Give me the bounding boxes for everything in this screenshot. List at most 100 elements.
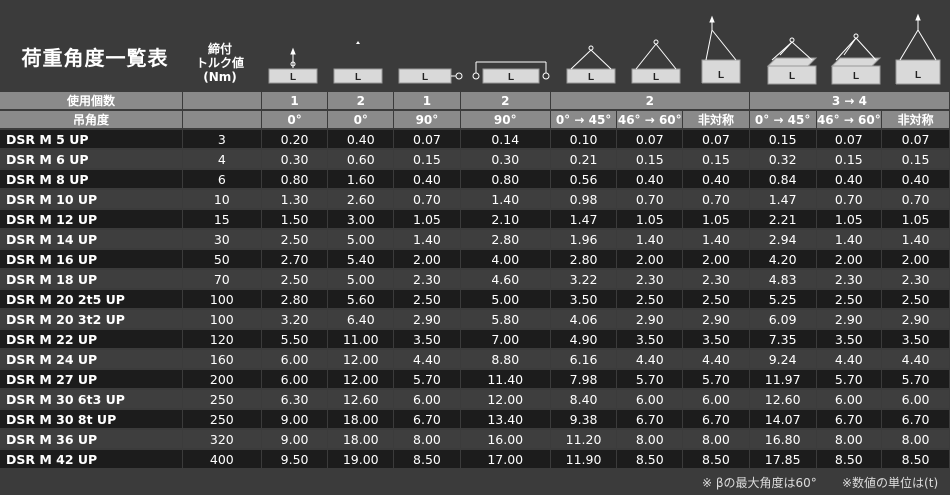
product-name: DSR M 6 UP xyxy=(0,150,183,170)
torque-value: 50 xyxy=(182,250,262,270)
load-value: 5.25 xyxy=(749,290,817,310)
load-value: 0.15 xyxy=(394,150,461,170)
product-name: DSR M 16 UP xyxy=(0,250,183,270)
icon-label: L xyxy=(915,70,921,81)
load-value: 1.30 xyxy=(261,190,329,210)
load-value: 5.70 xyxy=(882,370,950,390)
load-value: 2.00 xyxy=(816,250,883,270)
load-value: 7.98 xyxy=(550,370,618,390)
load-value: 6.70 xyxy=(683,410,750,430)
load-value: 6.00 xyxy=(261,370,329,390)
load-value: 0.10 xyxy=(550,130,618,150)
torque-value: 160 xyxy=(182,350,262,370)
icon-label: L xyxy=(588,72,594,83)
load-value: 1.40 xyxy=(460,190,551,210)
table-row: DSR M 30 6t3 UP 250 6.30 12.60 6.00 12.00 8.40… xyxy=(0,390,950,410)
lifting-diagrams: L L L L L L L L L L xyxy=(268,13,941,85)
torque-value: 120 xyxy=(182,330,262,350)
load-value: 4.40 xyxy=(683,350,750,370)
lift-angle: 0° → 45° xyxy=(550,111,618,130)
load-value: 16.80 xyxy=(749,430,817,450)
load-value: 8.50 xyxy=(617,450,684,470)
lift-angle: 0° xyxy=(261,111,329,130)
load-value: 8.50 xyxy=(683,450,750,470)
load-value: 3.50 xyxy=(617,330,684,350)
load-value: 4.40 xyxy=(816,350,883,370)
load-value: 2.90 xyxy=(816,310,883,330)
load-value: 6.70 xyxy=(394,410,461,430)
load-value: 2.90 xyxy=(882,310,950,330)
load-value: 2.50 xyxy=(882,290,950,310)
load-value: 1.40 xyxy=(816,230,883,250)
load-value: 2.30 xyxy=(394,270,461,290)
icon-label: L xyxy=(789,71,795,82)
empty-cell xyxy=(182,92,262,111)
load-value: 6.00 xyxy=(394,390,461,410)
load-value: 2.10 xyxy=(460,210,551,230)
product-name: DSR M 8 UP xyxy=(0,170,183,190)
load-value: 5.60 xyxy=(328,290,395,310)
load-value: 14.07 xyxy=(749,410,817,430)
load-value: 9.00 xyxy=(261,410,329,430)
load-value: 0.15 xyxy=(683,150,750,170)
load-value: 0.30 xyxy=(261,150,329,170)
load-value: 8.40 xyxy=(550,390,618,410)
load-value: 4.40 xyxy=(617,350,684,370)
load-value: 8.00 xyxy=(617,430,684,450)
load-value: 0.70 xyxy=(683,190,750,210)
load-value: 1.05 xyxy=(617,210,684,230)
usage-count: 2 xyxy=(550,92,750,111)
load-value: 2.90 xyxy=(683,310,750,330)
load-value: 0.15 xyxy=(882,150,950,170)
load-value: 1.05 xyxy=(816,210,883,230)
load-value: 3.50 xyxy=(882,330,950,350)
load-value: 4.40 xyxy=(882,350,950,370)
load-value: 8.50 xyxy=(394,450,461,470)
table-row: DSR M 5 UP 3 0.20 0.40 0.07 0.14 0.10 0.07 0.07 0… xyxy=(0,130,950,150)
load-value: 4.00 xyxy=(460,250,551,270)
load-value: 6.70 xyxy=(882,410,950,430)
load-value: 0.40 xyxy=(394,170,461,190)
load-value: 1.40 xyxy=(617,230,684,250)
beta-footnote: ※ βの最大角度は60° xyxy=(702,476,817,490)
load-value: 0.15 xyxy=(617,150,684,170)
torque-value: 100 xyxy=(182,310,262,330)
load-value: 2.00 xyxy=(617,250,684,270)
load-value: 2.50 xyxy=(816,290,883,310)
load-value: 9.24 xyxy=(749,350,817,370)
load-value: 9.00 xyxy=(261,430,329,450)
load-value: 9.50 xyxy=(261,450,329,470)
load-value: 6.40 xyxy=(328,310,395,330)
load-value: 1.05 xyxy=(394,210,461,230)
table-row: DSR M 22 UP 120 5.50 11.00 3.50 7.00 4.90 3.50 3… xyxy=(0,330,950,350)
table-row: DSR M 24 UP 160 6.00 12.00 4.40 8.80 6.16 4.40 4… xyxy=(0,350,950,370)
load-value: 1.47 xyxy=(749,190,817,210)
load-value: 16.00 xyxy=(460,430,551,450)
load-value: 6.00 xyxy=(816,390,883,410)
unit-footnote: ※数値の単位は(t) xyxy=(842,476,939,490)
load-value: 12.60 xyxy=(328,390,395,410)
icon-label: L xyxy=(355,72,361,83)
load-value: 2.80 xyxy=(550,250,618,270)
torque-value: 15 xyxy=(182,210,262,230)
torque-value: 250 xyxy=(182,410,262,430)
load-value: 5.70 xyxy=(683,370,750,390)
load-value: 2.90 xyxy=(617,310,684,330)
load-value: 4.40 xyxy=(394,350,461,370)
load-value: 3.50 xyxy=(683,330,750,350)
lift-angle: 46° → 60° xyxy=(816,111,883,130)
load-value: 1.96 xyxy=(550,230,618,250)
load-value: 0.07 xyxy=(394,130,461,150)
load-value: 12.00 xyxy=(328,350,395,370)
load-value: 0.07 xyxy=(816,130,883,150)
product-name: DSR M 42 UP xyxy=(0,450,183,470)
load-value: 0.40 xyxy=(328,130,395,150)
load-table: 使用個数 1 2 1 2 2 3 → 4 吊角度 0° 0° 90° 90° 0… xyxy=(0,92,950,470)
load-value: 3.22 xyxy=(550,270,618,290)
load-value: 11.00 xyxy=(328,330,395,350)
load-value: 6.00 xyxy=(683,390,750,410)
load-value: 3.20 xyxy=(261,310,329,330)
load-value: 0.40 xyxy=(882,170,950,190)
load-value: 0.98 xyxy=(550,190,618,210)
torque-value: 3 xyxy=(182,130,262,150)
